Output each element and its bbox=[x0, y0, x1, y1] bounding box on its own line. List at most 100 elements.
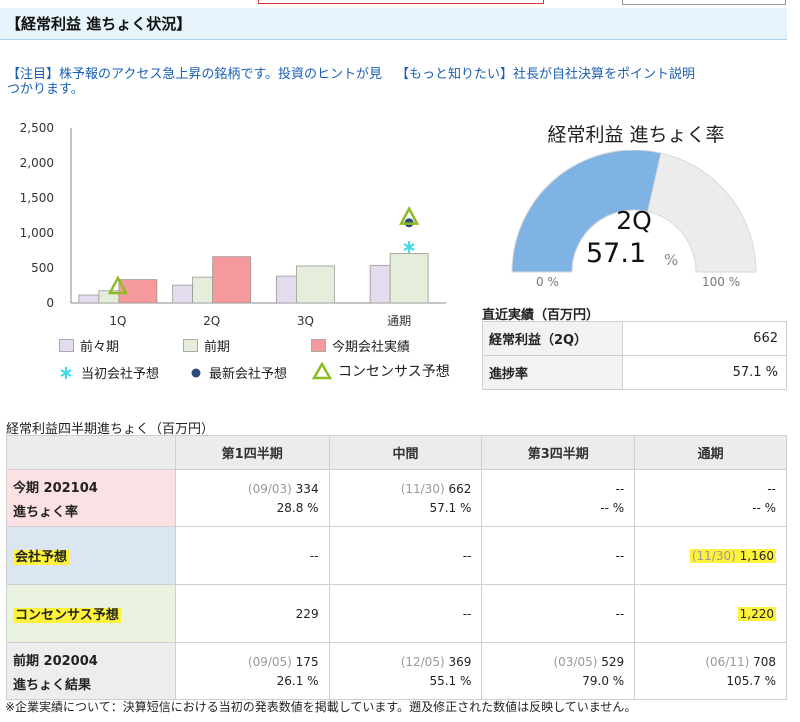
legend-item-initial-forecast: 当初会社予想 bbox=[59, 363, 159, 382]
triangle-icon bbox=[312, 362, 332, 380]
row-label-line1: 今期 202104 bbox=[13, 480, 98, 496]
top-strip bbox=[0, 0, 800, 6]
y-tick-label: 500 bbox=[31, 261, 54, 275]
table-row: 進捗率 57.1 % bbox=[482, 355, 787, 390]
legend-item-2yrs-ago: 前々期 bbox=[59, 336, 119, 355]
header-blank bbox=[6, 435, 176, 470]
legend-swatch bbox=[311, 339, 326, 352]
table-cell: (12/05) 369 55.1 % bbox=[328, 642, 483, 700]
tab-underline bbox=[258, 0, 544, 4]
x-tick-label: 通期 bbox=[387, 314, 411, 328]
bar-0-通期 bbox=[369, 264, 391, 304]
x-tick-label: 3Q bbox=[297, 314, 314, 328]
y-tick-label: 1,500 bbox=[20, 191, 54, 205]
row-label: 前期 202004 進ちょく結果 bbox=[6, 642, 176, 700]
cell-date: (11/30) bbox=[691, 548, 736, 563]
table-row: 会社予想 -- -- -- (11/30) 1,160 bbox=[6, 526, 787, 585]
cell-value: -- bbox=[328, 526, 483, 585]
cell-value: -- bbox=[481, 584, 636, 643]
recent-results-table: 経常利益（2Q） 662 進捗率 57.1 % bbox=[482, 321, 787, 390]
row-label-line1: 前期 202004 bbox=[13, 653, 98, 669]
table-cell: (06/11) 708 105.7 % bbox=[634, 642, 787, 700]
table-row: 前期 202004 進ちょく結果 (09/05) 175 26.1 % (12/… bbox=[6, 642, 787, 700]
row-label-line1: コンセンサス予想 bbox=[13, 608, 121, 623]
cell-date: (03/05) bbox=[553, 654, 598, 669]
bar-0-1Q bbox=[78, 294, 100, 304]
bar-1-通期 bbox=[389, 253, 429, 304]
cell-rate: 28.8 % bbox=[276, 500, 319, 515]
bar-chart: 0 500 1,000 1,500 2,000 2,500 1Q 2Q 3Q 通期 bbox=[20, 121, 446, 328]
gauge-quarter: 2Q bbox=[616, 206, 652, 235]
y-tick-label: 2,000 bbox=[20, 156, 54, 170]
recent-label: 経常利益（2Q） bbox=[482, 321, 623, 356]
cell-value: -- bbox=[767, 481, 776, 496]
header-half: 中間 bbox=[328, 435, 483, 470]
cell-rate: -- % bbox=[752, 500, 776, 515]
legend-swatch bbox=[183, 339, 198, 352]
highlight: (11/30) 1,160 bbox=[689, 548, 776, 563]
cell-date: (09/03) bbox=[247, 481, 292, 496]
bar-1-2Q bbox=[192, 276, 214, 304]
cell-value: -- bbox=[328, 584, 483, 643]
cell-value: 662 bbox=[448, 481, 472, 496]
legend-label: 最新会社予想 bbox=[209, 367, 288, 382]
legend-label: 当初会社予想 bbox=[81, 367, 160, 382]
table-row: コンセンサス予想 229 -- -- 1,220 bbox=[6, 584, 787, 643]
x-tick-label: 2Q bbox=[203, 314, 220, 328]
recent-value: 57.1 % bbox=[622, 355, 787, 390]
legend-label: コンセンサス予想 bbox=[338, 364, 450, 380]
cell-date: (11/30) bbox=[400, 481, 445, 496]
recent-label: 進捗率 bbox=[482, 355, 623, 390]
table-cell: (09/05) 175 26.1 % bbox=[174, 642, 330, 700]
legend-swatch bbox=[59, 339, 74, 352]
table-cell: 1,220 bbox=[634, 584, 787, 643]
header-q1: 第1四半期 bbox=[174, 435, 330, 470]
gauge-min-label: 0 % bbox=[536, 275, 559, 289]
recent-value: 662 bbox=[622, 321, 787, 356]
row-label-line2: 進ちょく結果 bbox=[13, 677, 92, 693]
legend-item-consensus: コンセンサス予想 bbox=[312, 361, 450, 381]
cell-date: (06/11) bbox=[705, 654, 750, 669]
header-q3: 第3四半期 bbox=[481, 435, 636, 470]
table-cell: -- -- % bbox=[481, 469, 636, 527]
cell-rate: 55.1 % bbox=[429, 673, 472, 688]
cell-rate: 26.1 % bbox=[276, 673, 319, 688]
search-box-edge[interactable] bbox=[622, 0, 786, 5]
cell-value: 175 bbox=[295, 654, 319, 669]
bar-2-2Q bbox=[212, 256, 252, 304]
table-row: 経常利益（2Q） 662 bbox=[482, 321, 787, 356]
row-label: コンセンサス予想 bbox=[6, 584, 176, 643]
legend-label: 前期 bbox=[204, 340, 231, 355]
table-cell: (09/03) 334 28.8 % bbox=[174, 469, 330, 527]
bar-0-3Q bbox=[275, 275, 297, 304]
attention-link[interactable]: 【注目】株予報のアクセス急上昇の銘柄です。投資のヒントが見つかります。 bbox=[7, 67, 387, 97]
president-explain-link[interactable]: 【もっと知りたい】社長が自社決算をポイント説明 bbox=[396, 67, 736, 82]
cell-value: -- bbox=[481, 526, 636, 585]
gauge-unit: % bbox=[664, 251, 679, 269]
quarterly-progress-table: 第1四半期 中間 第3四半期 通期 今期 202104 進ちょく率 (09/03… bbox=[6, 435, 787, 700]
table-cell: (11/30) 662 57.1 % bbox=[328, 469, 483, 527]
y-tick-label: 0 bbox=[46, 296, 54, 310]
table-row: 今期 202104 進ちょく率 (09/03) 334 28.8 % (11/3… bbox=[6, 469, 787, 527]
initial-forecast-marker bbox=[403, 241, 415, 253]
bar-0-2Q bbox=[172, 284, 194, 304]
bar-1-3Q bbox=[295, 265, 335, 304]
cell-date: (09/05) bbox=[247, 654, 292, 669]
asterisk-icon bbox=[60, 366, 72, 379]
cell-value: 1,220 bbox=[737, 606, 776, 621]
table-cell: (11/30) 1,160 bbox=[634, 526, 787, 585]
row-label-line1: 会社予想 bbox=[13, 550, 70, 565]
cell-value: 334 bbox=[295, 481, 319, 496]
cell-rate: 57.1 % bbox=[429, 500, 472, 515]
footnote: ※企業実績について：決算短信における当初の発表数値を掲載しています。遡及修正され… bbox=[5, 700, 637, 714]
table-cell: (03/05) 529 79.0 % bbox=[481, 642, 636, 700]
legend-item-latest-forecast: 最新会社予想 bbox=[191, 363, 287, 382]
cell-rate: 79.0 % bbox=[582, 673, 625, 688]
header-full-year: 通期 bbox=[634, 435, 787, 470]
y-tick-label: 2,500 bbox=[20, 121, 54, 135]
gauge-title: 経常利益 進ちょく率 bbox=[547, 124, 725, 146]
cell-rate: 105.7 % bbox=[726, 673, 776, 688]
row-label: 会社予想 bbox=[6, 526, 176, 585]
cell-value: 529 bbox=[601, 654, 625, 669]
row-label: 今期 202104 進ちょく率 bbox=[6, 469, 176, 527]
